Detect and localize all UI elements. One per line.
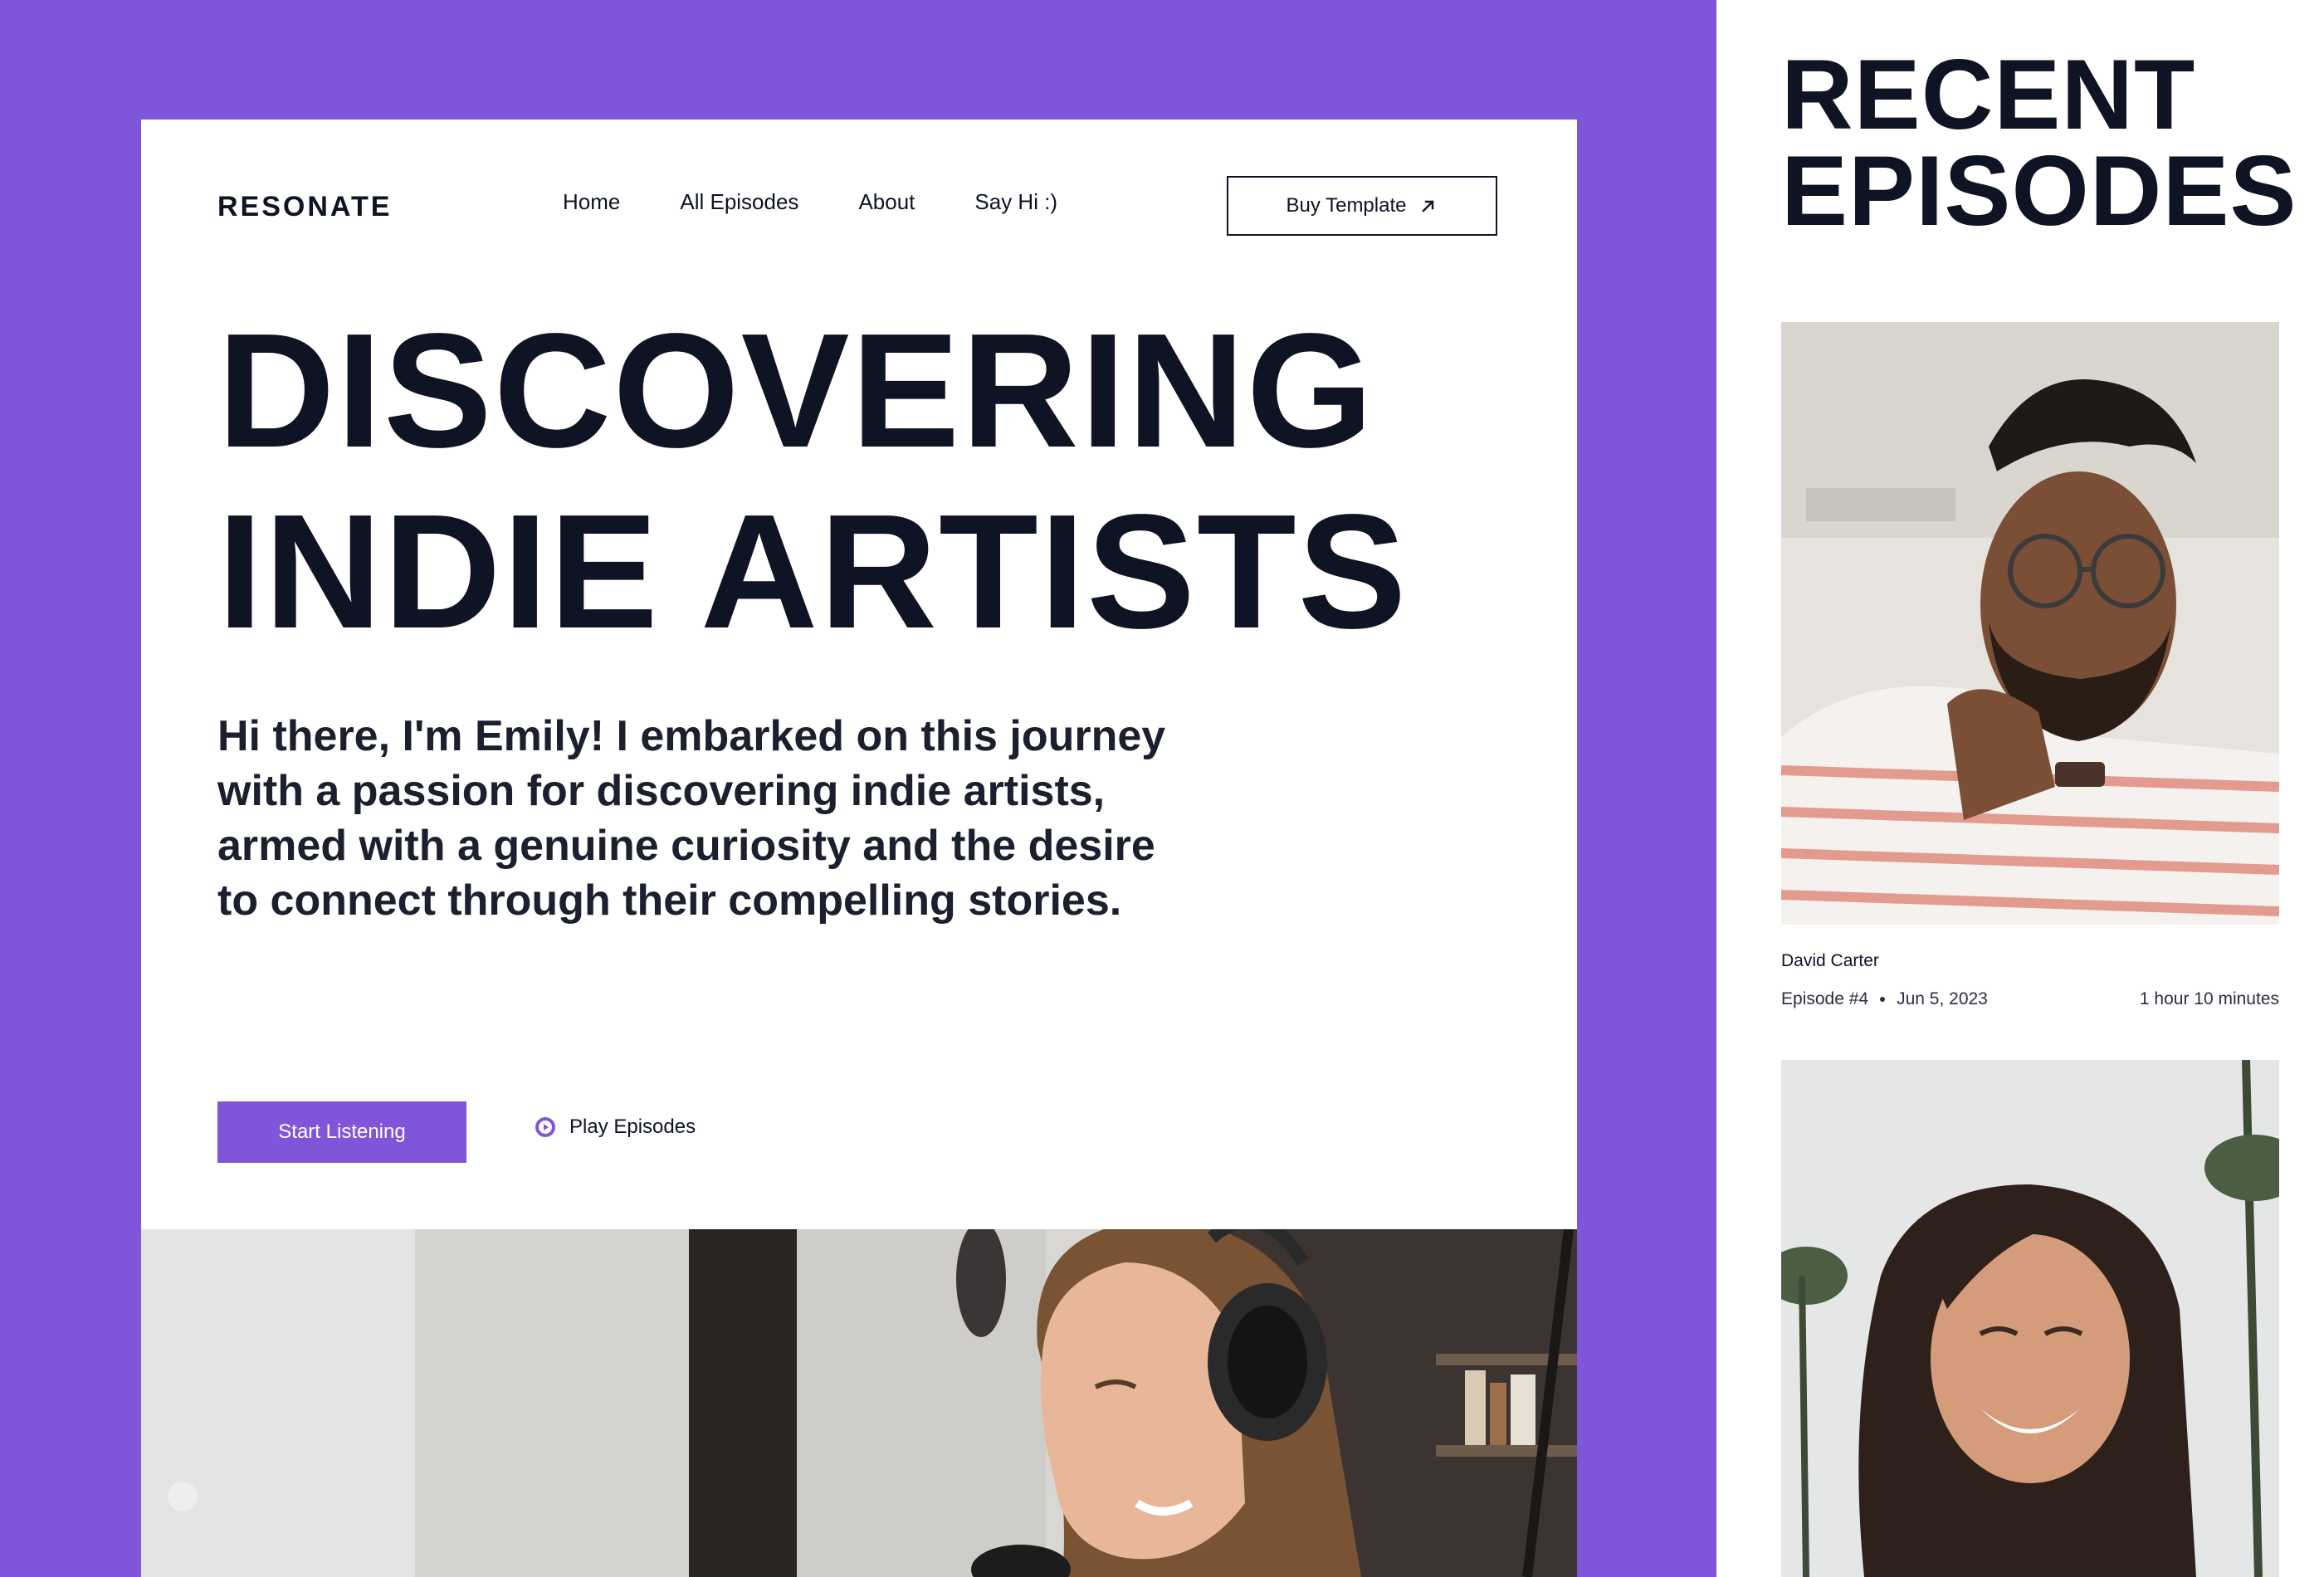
brand-logo[interactable]: RESONATE: [217, 191, 392, 223]
episode-number: Episode #4: [1781, 989, 1869, 1008]
nav-say-hi-link[interactable]: Say Hi :): [974, 189, 1057, 215]
nav-home-link[interactable]: Home: [563, 189, 620, 215]
hero-card: RESONATE Home All Episodes About Say Hi …: [141, 120, 1577, 1577]
buy-template-label: Buy Template: [1286, 194, 1407, 217]
hero-title-line-2: INDIE ARTISTS: [217, 481, 1409, 662]
nav-all-episodes-link[interactable]: All Episodes: [680, 189, 798, 215]
start-listening-button[interactable]: Start Listening: [217, 1101, 466, 1163]
episode-guest-name[interactable]: David Carter: [1781, 951, 1879, 971]
play-episodes-link[interactable]: Play Episodes: [535, 1116, 696, 1139]
recent-title-line-2: EPISODES: [1781, 135, 2297, 247]
arrow-up-right-icon: [1422, 200, 1435, 212]
play-circle-icon: [535, 1117, 555, 1137]
hero-intro-text: Hi there, I'm Emily! I embarked on this …: [217, 712, 1166, 925]
episode-4-guest-photo[interactable]: [1781, 322, 2279, 925]
main-nav: Home All Episodes About Say Hi :): [563, 189, 1057, 215]
nav-about-link[interactable]: About: [858, 189, 915, 215]
separator-dot-icon: [1880, 997, 1886, 1002]
hero-title: DISCOVERING INDIE ARTISTS: [217, 300, 1562, 662]
episode-duration: 1 hour 10 minutes: [2139, 989, 2279, 1008]
episode-date: Jun 5, 2023: [1897, 989, 1988, 1008]
hero-title-line-1: DISCOVERING: [217, 300, 1375, 481]
buy-template-button[interactable]: Buy Template: [1227, 176, 1497, 236]
recent-title-line-1: RECENT: [1781, 39, 2196, 150]
episode-next-guest-photo[interactable]: [1781, 1060, 2279, 1577]
recent-episodes-panel: RECENT EPISODES David Carter Episode #4 …: [1716, 0, 2324, 1577]
episode-meta: Episode #4 Jun 5, 2023: [1781, 989, 1988, 1009]
play-episodes-label: Play Episodes: [569, 1116, 696, 1138]
recent-episodes-title: RECENT EPISODES: [1781, 39, 2297, 247]
hero-host-photo: [141, 1229, 1577, 1577]
